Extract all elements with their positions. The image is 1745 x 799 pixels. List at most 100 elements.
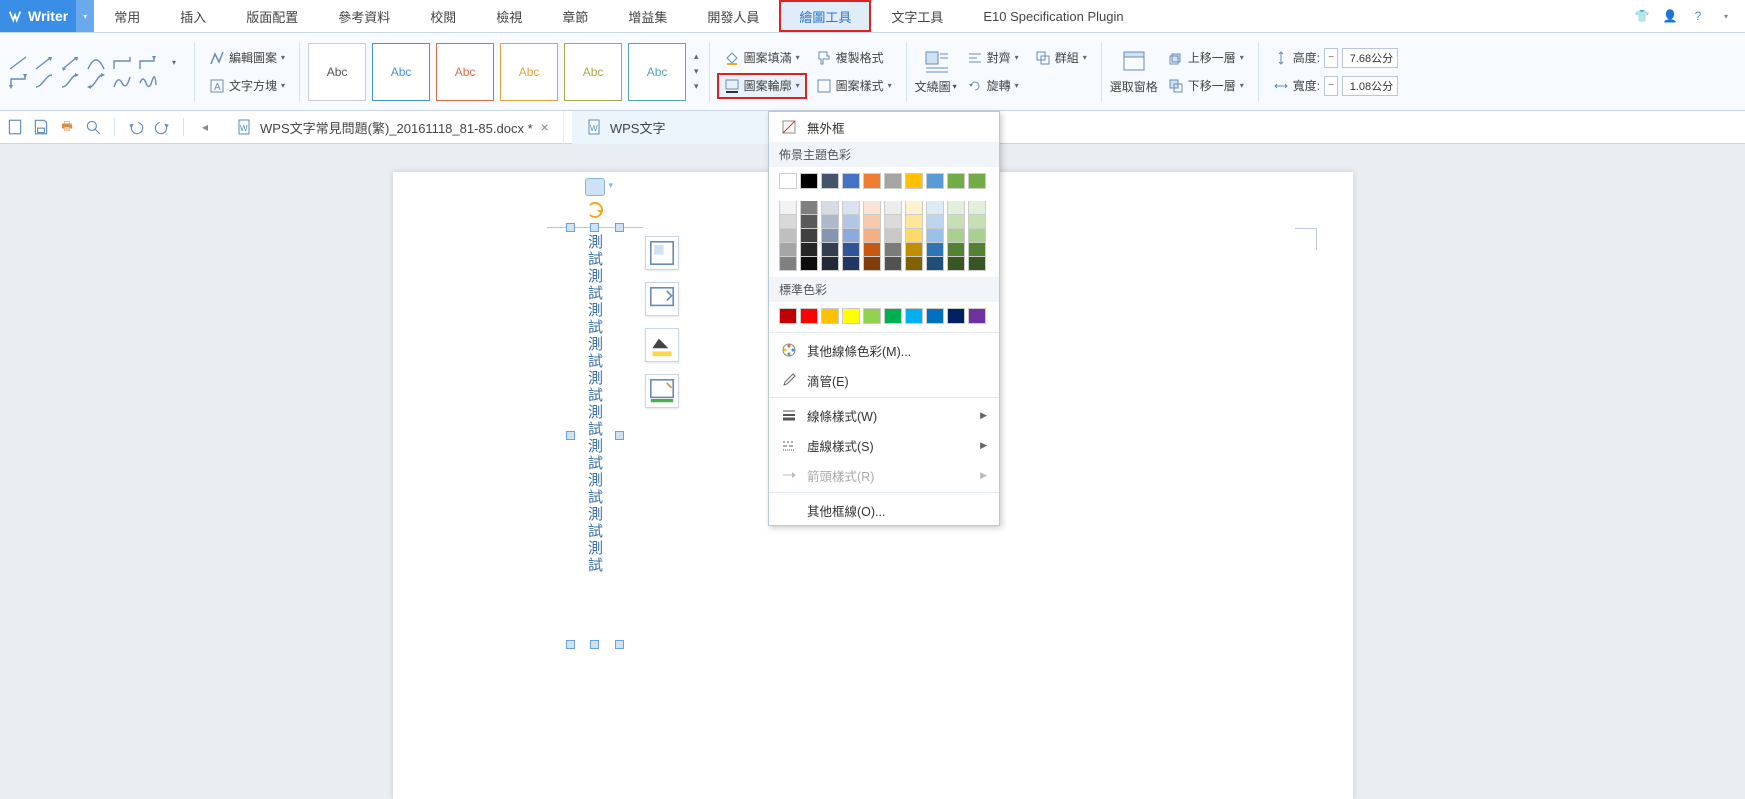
color-swatch[interactable]: [800, 215, 818, 229]
color-swatch[interactable]: [863, 243, 881, 257]
width-spin-down[interactable]: −: [1324, 76, 1338, 96]
color-swatch[interactable]: [884, 215, 902, 229]
color-swatch[interactable]: [821, 201, 839, 215]
shape-style-button[interactable]: 圖案樣式▾: [810, 74, 898, 98]
menu-view[interactable]: 檢視: [476, 0, 542, 32]
color-swatch[interactable]: [842, 229, 860, 243]
color-swatch[interactable]: [779, 173, 797, 189]
color-swatch[interactable]: [800, 229, 818, 243]
shape-fill-button[interactable]: [645, 282, 679, 316]
color-swatch[interactable]: [779, 201, 797, 215]
color-swatch[interactable]: [968, 257, 986, 271]
qa-preview-icon[interactable]: [84, 118, 102, 136]
menu-text-tools[interactable]: 文字工具: [871, 0, 963, 32]
line-icon[interactable]: [8, 55, 28, 71]
color-swatch[interactable]: [842, 308, 860, 324]
format-painter-button[interactable]: 複製格式: [810, 46, 898, 70]
color-swatch[interactable]: [842, 173, 860, 189]
color-swatch[interactable]: [821, 173, 839, 189]
app-brand[interactable]: Writer: [0, 0, 76, 32]
app-brand-dropdown[interactable]: ▾: [76, 0, 94, 32]
color-swatch[interactable]: [800, 308, 818, 324]
user-icon[interactable]: 👤: [1661, 7, 1679, 25]
chevron-down-icon[interactable]: ▾: [609, 180, 614, 191]
close-icon[interactable]: ×: [541, 119, 549, 135]
color-swatch[interactable]: [821, 229, 839, 243]
color-swatch[interactable]: [800, 201, 818, 215]
color-swatch[interactable]: [926, 257, 944, 271]
color-swatch[interactable]: [863, 257, 881, 271]
color-swatch[interactable]: [905, 215, 923, 229]
shape-text[interactable]: 測試測試測試測試測試測試測試測試測試測試: [571, 228, 619, 644]
menu-common[interactable]: 常用: [94, 0, 160, 32]
color-swatch[interactable]: [905, 229, 923, 243]
send-backward-button[interactable]: 下移一層▾: [1162, 74, 1250, 98]
rotate-handle[interactable]: [587, 202, 603, 218]
color-swatch[interactable]: [800, 173, 818, 189]
color-swatch[interactable]: [926, 215, 944, 229]
color-swatch[interactable]: [968, 308, 986, 324]
rotate-button[interactable]: 旋轉▾: [961, 74, 1025, 98]
doc-tab-1[interactable]: W WPS文字常見問題(繁)_20161118_81-85.docx * ×: [222, 111, 564, 144]
style-swatch-1[interactable]: Abc: [308, 43, 366, 101]
color-swatch[interactable]: [968, 229, 986, 243]
color-swatch[interactable]: [842, 257, 860, 271]
menu-insert[interactable]: 插入: [160, 0, 226, 32]
color-swatch[interactable]: [779, 229, 797, 243]
text-wrap-button[interactable]: 文繞圖▾: [915, 48, 957, 95]
color-swatch[interactable]: [863, 201, 881, 215]
qa-save-icon[interactable]: [32, 118, 50, 136]
menu-e10-plugin[interactable]: E10 Specification Plugin: [963, 0, 1143, 32]
style-swatch-4[interactable]: Abc: [500, 43, 558, 101]
no-outline-item[interactable]: 無外框: [769, 112, 999, 142]
color-swatch[interactable]: [884, 243, 902, 257]
color-swatch[interactable]: [779, 257, 797, 271]
edit-shape-button[interactable]: 編輯圖案▾: [203, 46, 291, 70]
menu-drawing-tools[interactable]: 繪圖工具: [779, 0, 871, 32]
shape-toolbox[interactable]: ▾: [6, 43, 186, 101]
color-swatch[interactable]: [842, 215, 860, 229]
color-swatch[interactable]: [863, 173, 881, 189]
s-curve-double-icon[interactable]: [86, 73, 106, 89]
selected-shape[interactable]: ▾ 測試測試測試測試測試測試測試測試測試測試: [571, 228, 619, 644]
color-swatch[interactable]: [821, 243, 839, 257]
qa-back-icon[interactable]: ◂: [196, 118, 214, 136]
align-button[interactable]: 對齊▾: [961, 46, 1025, 70]
color-swatch[interactable]: [905, 257, 923, 271]
qa-print-icon[interactable]: 🖶: [58, 118, 76, 136]
shape-outline-button[interactable]: 圖案輪廓▾: [718, 74, 806, 98]
gallery-more-icon[interactable]: ▾: [694, 81, 699, 92]
color-swatch[interactable]: [947, 243, 965, 257]
style-swatch-6[interactable]: Abc: [628, 43, 686, 101]
s-curve-icon[interactable]: [34, 73, 54, 89]
text-box-button[interactable]: A 文字方塊▾: [203, 74, 291, 98]
color-swatch[interactable]: [842, 201, 860, 215]
color-swatch[interactable]: [800, 257, 818, 271]
other-borders-item[interactable]: 其他框線(O)...: [769, 495, 999, 525]
color-swatch[interactable]: [926, 201, 944, 215]
eyedropper-item[interactable]: 滴管(E): [769, 365, 999, 395]
color-swatch[interactable]: [800, 243, 818, 257]
color-swatch[interactable]: [842, 243, 860, 257]
color-swatch[interactable]: [968, 243, 986, 257]
elbow-icon[interactable]: [112, 55, 132, 71]
color-swatch[interactable]: [884, 308, 902, 324]
color-swatch[interactable]: [905, 308, 923, 324]
group-button[interactable]: 群組▾: [1029, 46, 1093, 70]
color-swatch[interactable]: [947, 215, 965, 229]
qa-redo-icon[interactable]: [153, 118, 171, 136]
color-swatch[interactable]: [926, 229, 944, 243]
double-arrow-icon[interactable]: [60, 55, 80, 71]
color-swatch[interactable]: [947, 257, 965, 271]
color-swatch[interactable]: [968, 173, 986, 189]
style-swatch-5[interactable]: Abc: [564, 43, 622, 101]
selection-pane-button[interactable]: 選取窗格: [1110, 48, 1158, 95]
color-swatch[interactable]: [863, 215, 881, 229]
color-swatch[interactable]: [821, 257, 839, 271]
menu-reference[interactable]: 參考資料: [318, 0, 410, 32]
height-spin-down[interactable]: −: [1324, 48, 1338, 68]
color-swatch[interactable]: [863, 229, 881, 243]
s-curve-arrow-icon[interactable]: [60, 73, 80, 89]
color-swatch[interactable]: [947, 308, 965, 324]
color-swatch[interactable]: [821, 215, 839, 229]
